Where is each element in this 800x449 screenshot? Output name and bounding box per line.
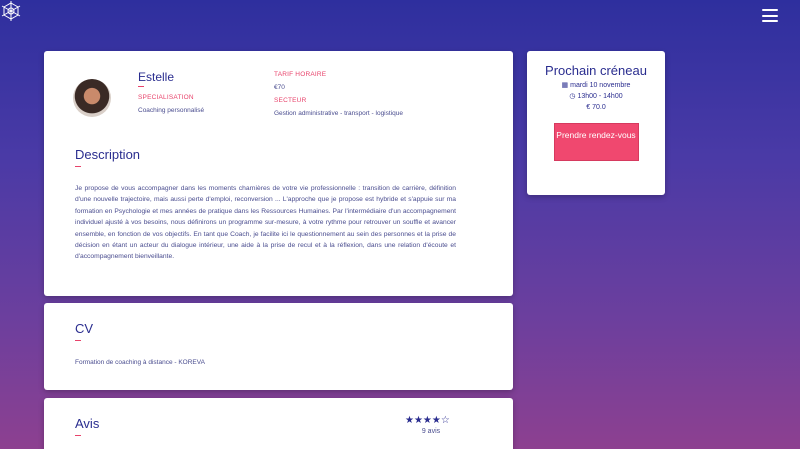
avis-count: 9 avis — [421, 428, 441, 435]
next-slot-card: Prochain créneau ▦ mardi 10 novembre ◷ 1… — [527, 51, 665, 195]
slot-date: mardi 10 novembre — [570, 82, 631, 89]
specialisation-value: Coaching personnalisé — [138, 107, 205, 114]
title-underline — [75, 435, 81, 436]
title-underline — [75, 166, 81, 167]
cv-text: Formation de coaching à distance - KOREV… — [75, 359, 205, 366]
profile-card: Estelle SPECIALISATION Coaching personna… — [44, 51, 513, 296]
calendar-icon: ▦ — [561, 82, 569, 89]
description-text: Je propose de vous accompagner dans les … — [75, 185, 456, 261]
avis-card: Avis ★★★★☆ 9 avis — [44, 398, 513, 449]
clock-icon: ◷ — [569, 93, 576, 100]
cv-title: CV — [75, 321, 94, 336]
secteur-value: Gestion administrative - transport - log… — [274, 110, 403, 117]
slot-time: 13h00 - 14h00 — [577, 93, 623, 100]
tarif-value: €70 — [274, 84, 285, 91]
book-appointment-button[interactable]: Prendre rendez-vous — [553, 123, 639, 161]
cv-card: CV Formation de coaching à distance - KO… — [44, 303, 513, 390]
title-underline — [138, 86, 144, 87]
title-underline — [75, 340, 81, 341]
specialisation-label: SPECIALISATION — [138, 94, 194, 101]
secteur-label: SECTEUR — [274, 97, 307, 104]
avatar — [73, 79, 111, 117]
tarif-label: TARIF HORAIRE — [274, 71, 327, 78]
coach-name: Estelle — [138, 70, 175, 84]
star-rating-icon: ★★★★☆ — [405, 415, 450, 426]
hamburger-menu-icon[interactable] — [762, 9, 778, 22]
slot-price: € 70.0 — [586, 104, 606, 111]
snowflake-logo-icon[interactable] — [0, 0, 22, 22]
description-title: Description — [75, 147, 141, 162]
avis-title: Avis — [75, 416, 100, 431]
slot-title: Prochain créneau — [545, 63, 647, 78]
